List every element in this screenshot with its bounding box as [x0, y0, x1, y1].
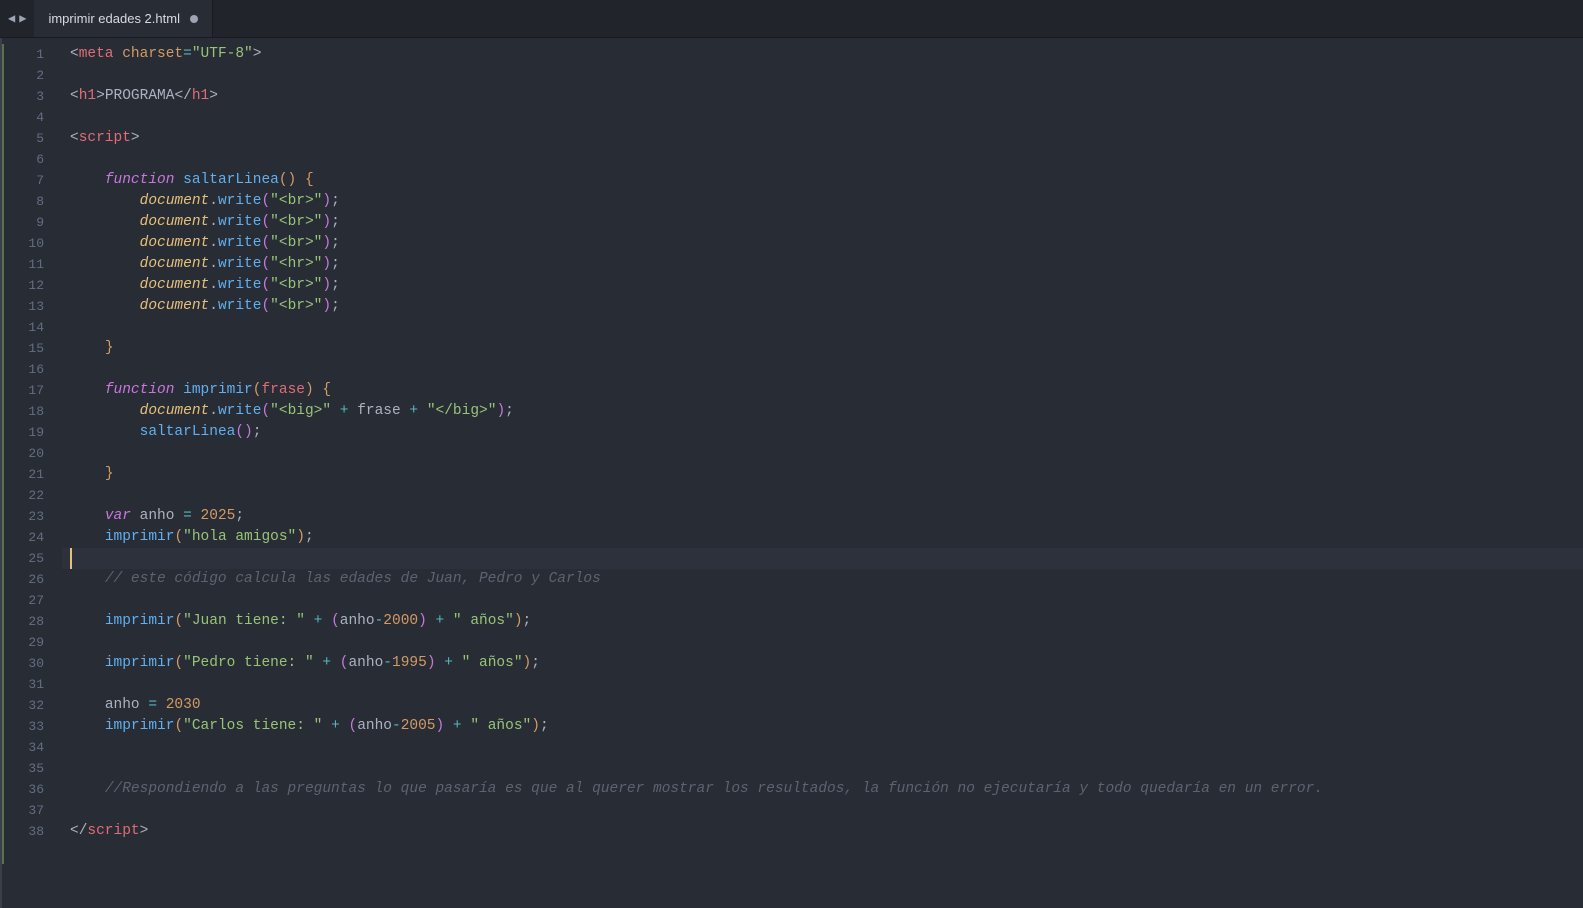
line-number: 2	[2, 65, 62, 86]
line-number: 38	[2, 821, 62, 842]
line-number: 17	[2, 380, 62, 401]
line-number: 20	[2, 443, 62, 464]
code-line[interactable]: </script>	[70, 821, 1583, 842]
code-line[interactable]	[70, 548, 1583, 569]
tab-nav: ◀ ▶	[0, 0, 34, 37]
code-line[interactable]: document.write("<br>");	[70, 296, 1583, 317]
line-number: 10	[2, 233, 62, 254]
line-number: 1	[2, 44, 62, 65]
code-line[interactable]: }	[70, 464, 1583, 485]
line-gutter: 1234567891011121314151617181920212223242…	[0, 38, 62, 908]
cursor-icon	[70, 548, 72, 569]
line-number: 28	[2, 611, 62, 632]
line-number: 3	[2, 86, 62, 107]
line-number: 33	[2, 716, 62, 737]
file-tab[interactable]: imprimir edades 2.html	[34, 0, 213, 37]
line-number: 34	[2, 737, 62, 758]
line-number: 23	[2, 506, 62, 527]
line-number: 36	[2, 779, 62, 800]
line-number: 30	[2, 653, 62, 674]
editor: 1234567891011121314151617181920212223242…	[0, 38, 1583, 908]
code-line[interactable]: document.write("<hr>");	[70, 254, 1583, 275]
tab-title: imprimir edades 2.html	[48, 11, 180, 26]
line-number: 15	[2, 338, 62, 359]
code-line[interactable]	[70, 317, 1583, 338]
code-line[interactable]	[70, 443, 1583, 464]
line-number: 13	[2, 296, 62, 317]
line-number: 19	[2, 422, 62, 443]
code-line[interactable]: document.write("<big>" + frase + "</big>…	[70, 401, 1583, 422]
code-line[interactable]: <script>	[70, 128, 1583, 149]
code-line[interactable]: imprimir("Carlos tiene: " + (anho-2005) …	[70, 716, 1583, 737]
code-line[interactable]: imprimir("hola amigos");	[70, 527, 1583, 548]
code-line[interactable]	[70, 359, 1583, 380]
code-line[interactable]: <h1>PROGRAMA</h1>	[70, 86, 1583, 107]
nav-forward-icon[interactable]: ▶	[19, 11, 26, 26]
line-number: 35	[2, 758, 62, 779]
line-number: 27	[2, 590, 62, 611]
code-line[interactable]	[70, 758, 1583, 779]
tab-bar: ◀ ▶ imprimir edades 2.html	[0, 0, 1583, 38]
line-number: 7	[2, 170, 62, 191]
nav-back-icon[interactable]: ◀	[8, 11, 15, 26]
code-line[interactable]	[70, 590, 1583, 611]
code-line[interactable]	[70, 107, 1583, 128]
code-line[interactable]: }	[70, 338, 1583, 359]
unsaved-dot-icon	[190, 15, 198, 23]
line-number: 18	[2, 401, 62, 422]
line-number: 26	[2, 569, 62, 590]
line-number: 29	[2, 632, 62, 653]
line-number: 6	[2, 149, 62, 170]
code-line[interactable]: imprimir("Juan tiene: " + (anho-2000) + …	[70, 611, 1583, 632]
code-line[interactable]: document.write("<br>");	[70, 191, 1583, 212]
code-line[interactable]: imprimir("Pedro tiene: " + (anho-1995) +…	[70, 653, 1583, 674]
line-number: 9	[2, 212, 62, 233]
code-area[interactable]: <meta charset="UTF-8"> <h1>PROGRAMA</h1> <…	[62, 38, 1583, 908]
code-line[interactable]: document.write("<br>");	[70, 275, 1583, 296]
code-line[interactable]: function saltarLinea() {	[70, 170, 1583, 191]
line-number: 24	[2, 527, 62, 548]
code-line[interactable]: var anho = 2025;	[70, 506, 1583, 527]
code-line[interactable]: anho = 2030	[70, 695, 1583, 716]
line-number: 25	[2, 548, 62, 569]
line-number: 37	[2, 800, 62, 821]
code-line[interactable]	[70, 674, 1583, 695]
line-number: 16	[2, 359, 62, 380]
code-line[interactable]	[70, 149, 1583, 170]
code-line[interactable]	[70, 800, 1583, 821]
code-line[interactable]: <meta charset="UTF-8">	[70, 44, 1583, 65]
line-number: 22	[2, 485, 62, 506]
line-number: 8	[2, 191, 62, 212]
code-line[interactable]: document.write("<br>");	[70, 212, 1583, 233]
line-number: 12	[2, 275, 62, 296]
line-number: 31	[2, 674, 62, 695]
line-number: 32	[2, 695, 62, 716]
line-number: 11	[2, 254, 62, 275]
code-line[interactable]	[70, 737, 1583, 758]
code-line[interactable]: // este código calcula las edades de Jua…	[70, 569, 1583, 590]
code-line[interactable]	[70, 485, 1583, 506]
code-line[interactable]	[70, 65, 1583, 86]
code-line[interactable]: //Respondiendo a las preguntas lo que pa…	[70, 779, 1583, 800]
code-line[interactable]	[70, 632, 1583, 653]
line-number: 5	[2, 128, 62, 149]
line-number: 14	[2, 317, 62, 338]
code-line[interactable]: function imprimir(frase) {	[70, 380, 1583, 401]
line-number: 21	[2, 464, 62, 485]
code-line[interactable]: saltarLinea();	[70, 422, 1583, 443]
code-line[interactable]: document.write("<br>");	[70, 233, 1583, 254]
line-number: 4	[2, 107, 62, 128]
